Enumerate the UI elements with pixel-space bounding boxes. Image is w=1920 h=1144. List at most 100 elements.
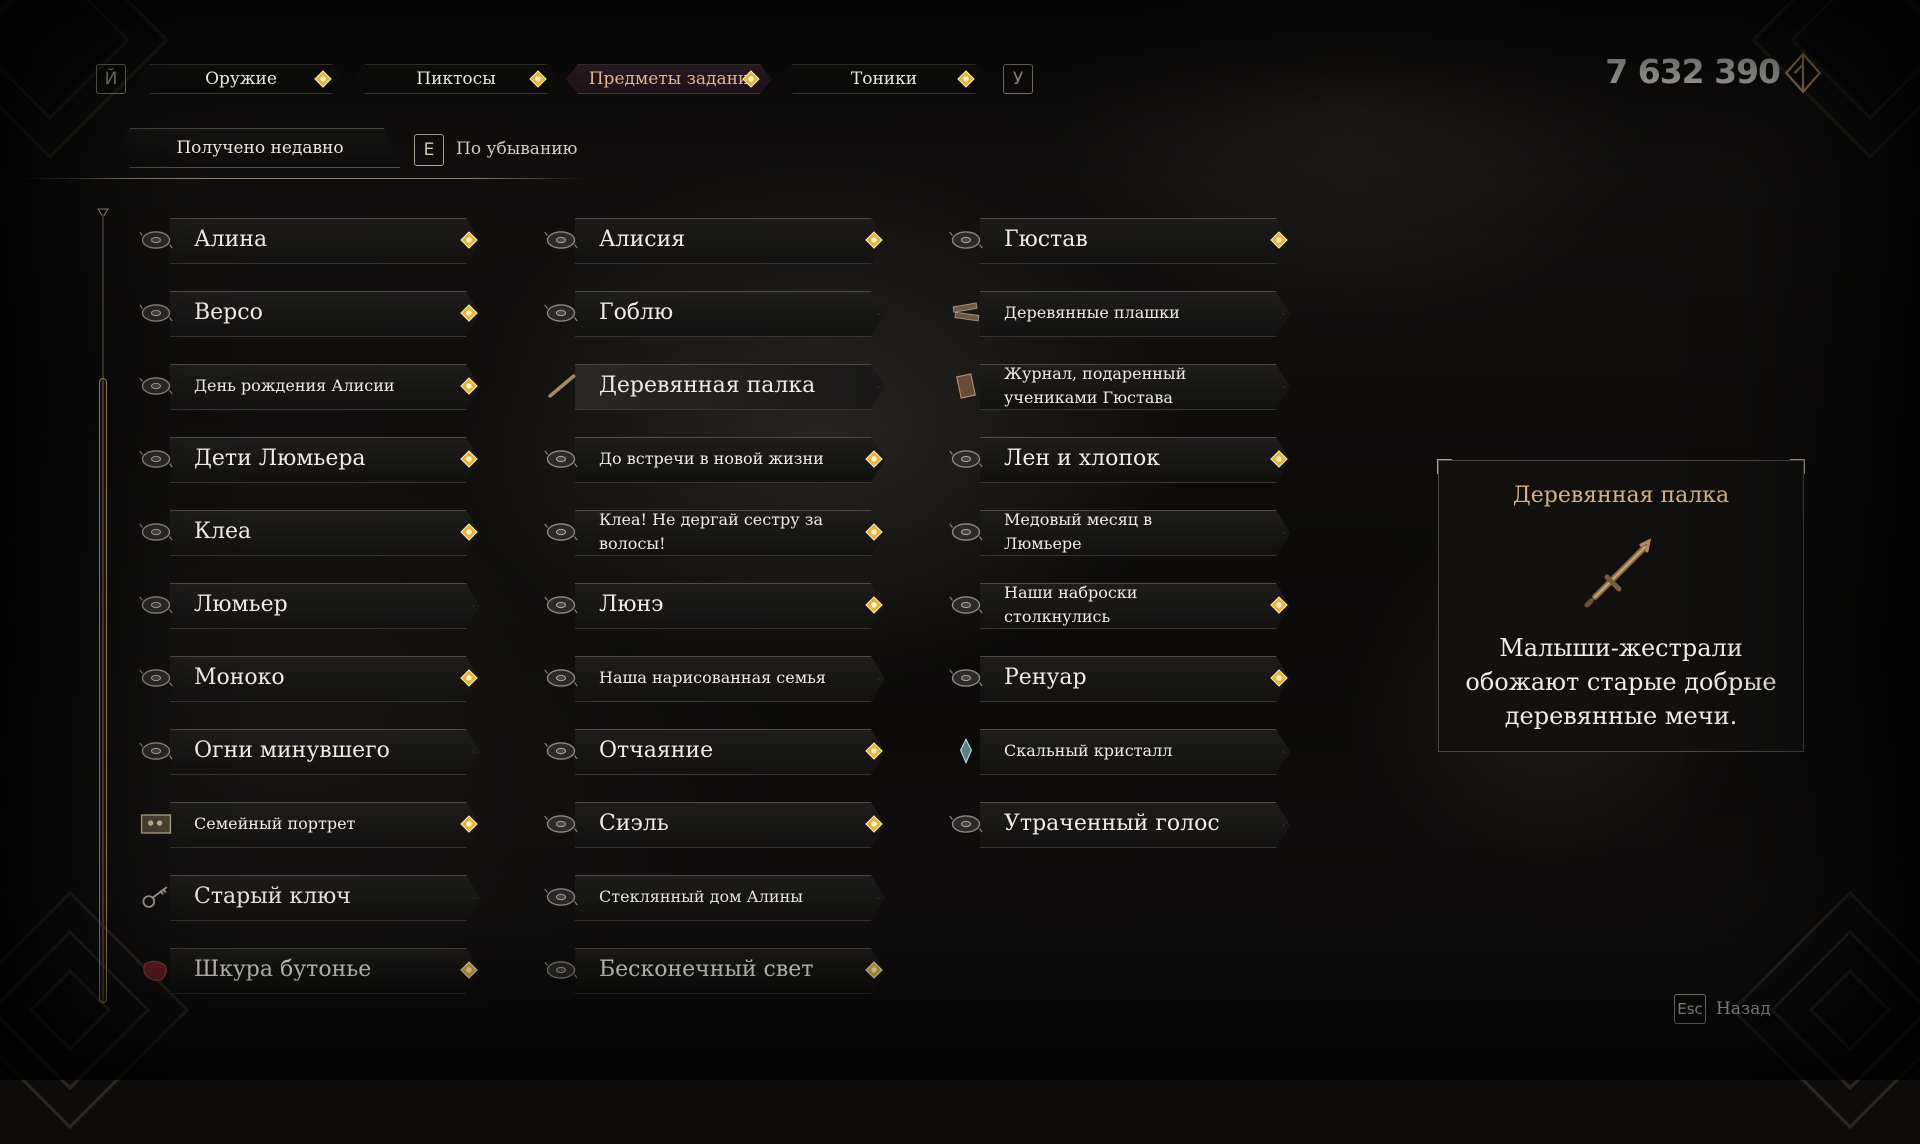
record-icon xyxy=(946,512,986,552)
quest-item[interactable]: Шкура бутонье xyxy=(136,944,488,998)
record-icon xyxy=(541,220,581,260)
quest-item-name: Утраченный голос xyxy=(1004,811,1220,837)
prev-tab-key-hint[interactable]: Й xyxy=(96,64,126,94)
quest-item-name: Гюстав xyxy=(1004,227,1088,253)
record-icon xyxy=(946,804,986,844)
hide-icon xyxy=(136,950,176,990)
quest-item-name: Ренуар xyxy=(1004,665,1087,691)
record-icon xyxy=(136,512,176,552)
quest-item-name: Журнал, подаренный учениками Гюстава xyxy=(1004,364,1187,407)
new-badge-icon xyxy=(314,70,332,88)
quest-item[interactable]: До встречи в новой жизни xyxy=(541,433,893,487)
esc-key-hint: Esc xyxy=(1674,994,1706,1024)
quest-item[interactable]: Ренуар xyxy=(946,652,1298,706)
tab-pictos[interactable]: Пиктосы xyxy=(353,58,559,100)
record-icon xyxy=(541,950,581,990)
quest-item[interactable]: Наши наброски столкнулись xyxy=(946,579,1298,633)
quest-item-name: Алисия xyxy=(599,227,686,253)
record-icon xyxy=(946,220,986,260)
record-icon xyxy=(946,439,986,479)
quest-item[interactable]: Гоблю xyxy=(541,287,893,341)
new-badge-icon xyxy=(1270,669,1288,687)
quest-item[interactable]: Журнал, подаренный учениками Гюстава xyxy=(946,360,1298,414)
tab-label: Пиктосы xyxy=(416,69,496,89)
quest-item[interactable]: Семейный портрет xyxy=(136,798,488,852)
quest-item[interactable]: Бесконечный свет xyxy=(541,944,893,998)
back-label: Назад xyxy=(1716,999,1771,1019)
currency-amount: 7 632 390 xyxy=(1605,52,1781,91)
quest-item[interactable]: Наша нарисованная семья xyxy=(541,652,893,706)
quest-item[interactable]: Люмьер xyxy=(136,579,488,633)
quest-item[interactable]: Моноко xyxy=(136,652,488,706)
tab-label: Оружие xyxy=(205,69,277,89)
new-badge-icon xyxy=(865,742,883,760)
quest-item[interactable]: Отчаяние xyxy=(541,725,893,779)
divider xyxy=(10,178,585,179)
quest-item-name: Клеа! Не дергай сестру за волосы! xyxy=(599,510,824,553)
record-icon xyxy=(136,658,176,698)
new-badge-icon xyxy=(865,231,883,249)
tab-quest-items[interactable]: Предметы задани xyxy=(566,58,772,100)
wooden-stick-icon xyxy=(1581,531,1661,611)
quest-item[interactable]: Лен и хлопок xyxy=(946,433,1298,487)
quest-item-name: Версо xyxy=(194,300,263,326)
quest-item[interactable]: Стеклянный дом Алины xyxy=(541,871,893,925)
record-icon xyxy=(136,585,176,625)
quest-item-name: До встречи в новой жизни xyxy=(599,449,824,468)
new-badge-icon xyxy=(460,961,478,979)
new-badge-icon xyxy=(460,377,478,395)
quest-item[interactable]: Клеа! Не дергай сестру за волосы! xyxy=(541,506,893,560)
quest-item[interactable]: День рождения Алисии xyxy=(136,360,488,414)
quest-item[interactable]: Деревянные плашки xyxy=(946,287,1298,341)
quest-item-name: Дети Люмьера xyxy=(194,446,366,472)
new-badge-icon xyxy=(529,70,547,88)
tab-weapons[interactable]: Оружие xyxy=(138,58,344,100)
next-tab-key-hint[interactable]: У xyxy=(1003,64,1033,94)
quest-item[interactable]: Алисия xyxy=(541,214,893,268)
new-badge-icon xyxy=(460,450,478,468)
record-icon xyxy=(541,731,581,771)
quest-item-name: Лен и хлопок xyxy=(1004,446,1160,472)
new-badge-icon xyxy=(1270,596,1288,614)
quest-item[interactable]: Старый ключ xyxy=(136,871,488,925)
record-icon xyxy=(541,658,581,698)
new-badge-icon xyxy=(460,231,478,249)
detail-title: Деревянная палка xyxy=(1512,483,1730,508)
sort-order-key-hint[interactable]: E xyxy=(414,134,444,166)
back-button[interactable]: Esc Назад xyxy=(1674,994,1771,1024)
new-badge-icon xyxy=(1270,231,1288,249)
record-icon xyxy=(541,585,581,625)
new-badge-icon xyxy=(865,450,883,468)
quest-item[interactable]: Скальный кристалл xyxy=(946,725,1298,779)
quest-item[interactable]: Огни минувшего xyxy=(136,725,488,779)
quest-item[interactable]: Версо xyxy=(136,287,488,341)
quest-item-name: Сиэль xyxy=(599,811,669,837)
quest-item[interactable]: Дети Люмьера xyxy=(136,433,488,487)
sort-mode-button[interactable]: Получено недавно xyxy=(120,128,400,168)
quest-item-name: Бесконечный свет xyxy=(599,957,814,983)
quest-item[interactable]: Гюстав xyxy=(946,214,1298,268)
quest-item[interactable]: Клеа xyxy=(136,506,488,560)
key-icon xyxy=(136,877,176,917)
quest-item[interactable]: Утраченный голос xyxy=(946,798,1298,852)
quest-item-name: Скальный кристалл xyxy=(1004,741,1173,760)
record-icon xyxy=(136,220,176,260)
quest-item[interactable]: Медовый месяц в Люмьере xyxy=(946,506,1298,560)
tab-tonics[interactable]: Тоники xyxy=(781,58,987,100)
quest-item-name: Деревянные плашки xyxy=(1004,303,1180,322)
new-badge-icon xyxy=(460,304,478,322)
quest-item-name: Старый ключ xyxy=(194,884,351,910)
record-icon xyxy=(541,439,581,479)
quest-item[interactable]: Люнэ xyxy=(541,579,893,633)
quest-item-name: Деревянная палка xyxy=(599,373,816,399)
record-icon xyxy=(136,731,176,771)
quest-item-name: Наши наброски столкнулись xyxy=(1004,583,1138,626)
quest-item[interactable]: Алина xyxy=(136,214,488,268)
quest-item[interactable]: Деревянная палка xyxy=(541,360,893,414)
new-badge-icon xyxy=(865,523,883,541)
sort-order-label[interactable]: По убыванию xyxy=(456,139,577,159)
quest-item-name: Семейный портрет xyxy=(194,814,356,833)
scrollbar-thumb[interactable] xyxy=(99,378,107,1003)
quest-item[interactable]: Сиэль xyxy=(541,798,893,852)
record-icon xyxy=(541,293,581,333)
